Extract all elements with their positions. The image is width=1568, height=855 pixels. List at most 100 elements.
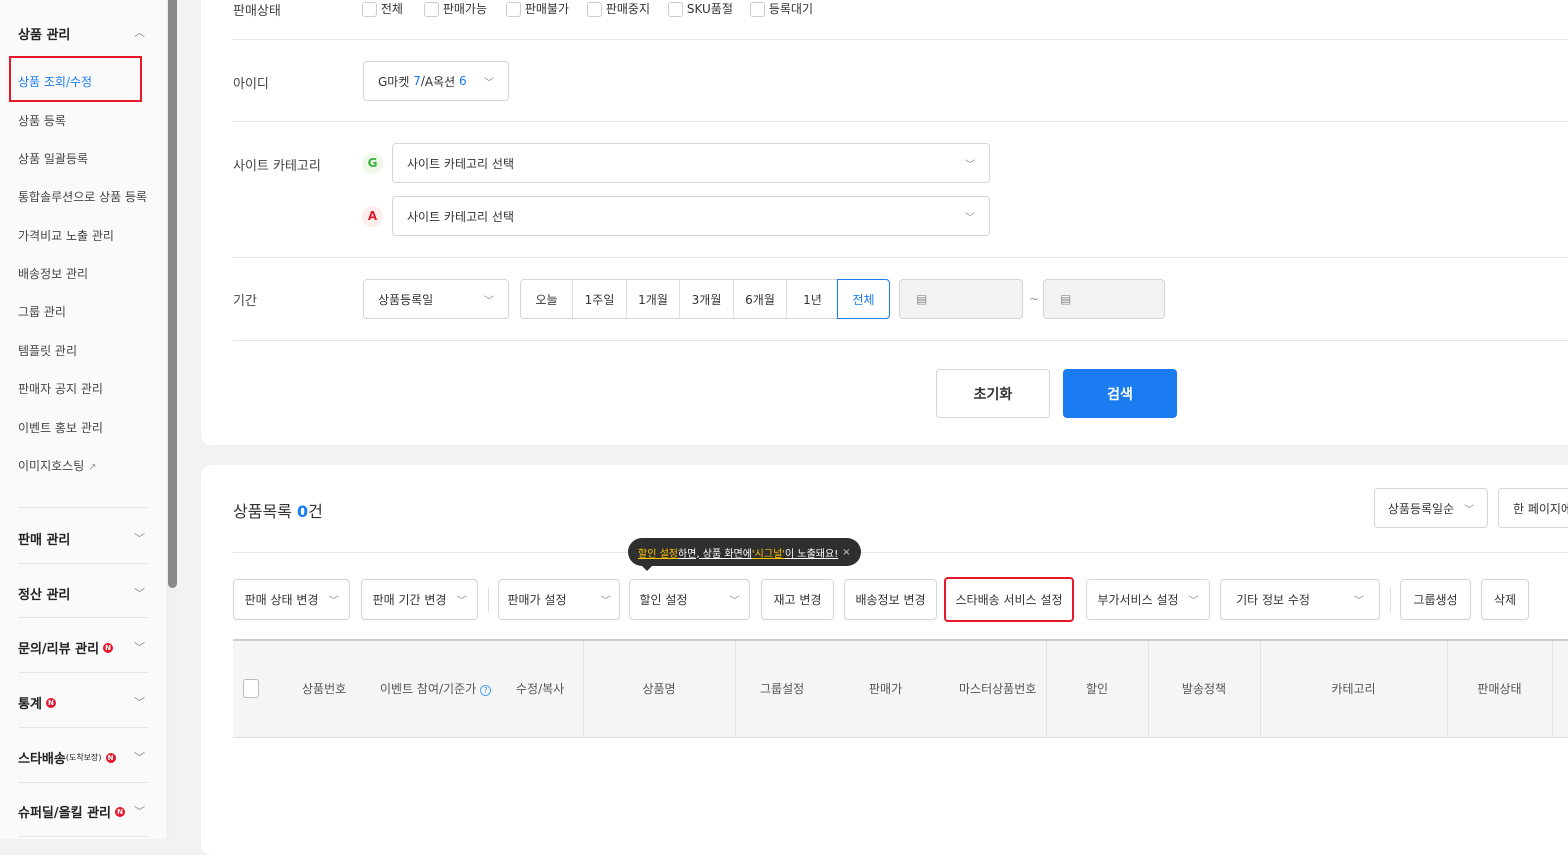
sidebar-item[interactable]: 배송정보 관리 [18,265,88,282]
calendar-icon[interactable]: ▤ [916,292,927,306]
discount-setting-button[interactable]: 할인 설정 ﹀ [629,579,750,620]
tooltip-text: 이 노출돼요! [785,548,839,560]
checkbox-label: 판매가능 [442,2,487,16]
gmarket-category-select[interactable]: 사이트 카테고리 선택 ﹀ [392,143,990,183]
checkbox[interactable] [587,2,602,17]
chevron-down-icon[interactable]: ﹀ [134,585,145,601]
tooltip-highlight[interactable]: 할인 설정 [638,545,678,560]
status-checkbox-available[interactable]: 판매가능 [424,0,506,17]
chevron-up-icon[interactable]: ︿ [134,24,145,40]
create-group-button[interactable]: 그룹생성 [1400,579,1471,620]
chevron-down-icon[interactable]: ﹀ [134,639,145,655]
chevron-down-icon: ﹀ [729,596,740,607]
star-delivery-service-button[interactable]: 스타배송 서비스 설정 [944,577,1074,622]
section-label: 상품 관리 [18,28,71,43]
price-setting-button[interactable]: 판매가 설정 ﹀ [498,579,620,620]
checkbox[interactable] [668,2,683,17]
sidebar-item[interactable]: 템플릿 관리 [18,342,77,359]
period-1month[interactable]: 1개월 [627,280,680,318]
divider [18,672,148,673]
id-select[interactable]: G마켓 7 / A옥션 6 ﹀ [363,61,509,101]
divider [488,588,489,612]
status-checkbox-all[interactable]: 전체 [362,0,424,17]
checkbox[interactable] [362,2,377,17]
divider [233,340,1568,341]
other-info-edit-button[interactable]: 기타 정보 수정 ﹀ [1220,579,1380,620]
auction-category-select[interactable]: 사이트 카테고리 선택 ﹀ [392,196,990,236]
change-period-button[interactable]: 판매 기간 변경 ﹀ [361,579,478,620]
sidebar-section-stats[interactable]: 통계 N [18,693,56,712]
divider [233,121,1568,122]
sidebar-item[interactable]: 가격비교 노출 관리 [18,227,114,244]
delete-button[interactable]: 삭제 [1481,579,1529,620]
sidebar-item[interactable]: 판매자 공지 관리 [18,380,103,397]
sidebar-item[interactable]: 이벤트 홍보 관리 [18,419,103,436]
chevron-down-icon: ﹀ [965,212,975,224]
period-1week[interactable]: 1주일 [573,280,627,318]
id-label: 아이디 [233,77,269,92]
divider [18,563,148,564]
sort-select[interactable]: 상품등록일순 ﹀ [1374,488,1488,528]
status-checkbox-stopped[interactable]: 판매중지 [587,0,668,17]
checkbox-label: 등록대기 [768,2,813,16]
sidebar-item[interactable]: 통합솔루션으로 상품 등록 [18,188,147,205]
help-icon[interactable]: ? [480,685,492,696]
column-divider [1552,641,1553,737]
per-page-select[interactable]: 한 페이지에 [1498,488,1568,528]
section-label: 문의/리뷰 관리 [18,642,100,657]
button-label: 할인 설정 [639,593,688,607]
calendar-icon[interactable]: ▤ [1060,292,1071,306]
status-checkbox-sku-soldout[interactable]: SKU품절 [668,0,750,17]
end-date-input[interactable]: ▤ [1043,279,1165,319]
new-badge: N [105,752,116,763]
shipping-info-change-button[interactable]: 배송정보 변경 [844,579,937,620]
chevron-down-icon[interactable]: ﹀ [134,530,145,546]
column-divider [735,641,736,737]
period-today[interactable]: 오늘 [521,280,573,318]
status-checkbox-pending[interactable]: 등록대기 [750,0,830,17]
checkbox[interactable] [424,2,439,17]
sidebar-item[interactable]: 상품 등록 [18,112,66,129]
addon-service-button[interactable]: 부가서비스 설정 ﹀ [1086,579,1210,620]
gmarket-label: G마켓 [378,74,410,89]
button-label: 판매 기간 변경 [372,593,447,607]
sidebar-item-product-search[interactable]: 상품 조회/수정 [18,73,92,90]
sidebar-item[interactable]: 상품 일괄등록 [18,150,88,167]
sidebar-section-settlement[interactable]: 정산 관리 [18,584,70,603]
chevron-down-icon[interactable]: ﹀ [134,694,145,710]
period-1year[interactable]: 1년 [787,280,838,318]
sidebar-section-inquiry[interactable]: 문의/리뷰 관리 N [18,638,114,657]
stock-change-button[interactable]: 재고 변경 [761,579,834,620]
sidebar-item[interactable]: 그룹 관리 [18,303,66,320]
period-all[interactable]: 전체 [837,279,890,319]
period-6month[interactable]: 6개월 [734,280,787,318]
checkbox-label: 판매불가 [524,2,569,16]
checkbox-label: 전체 [380,2,403,16]
status-checkbox-unavailable[interactable]: 판매불가 [506,0,587,17]
change-status-button[interactable]: 판매 상태 변경 ﹀ [233,579,350,620]
select-placeholder: 사이트 카테고리 선택 [407,156,514,171]
close-icon[interactable]: × [842,547,850,558]
range-tilde: ~ [1029,292,1040,306]
sidebar-section-star-delivery[interactable]: 스타배송 (도착보장) N [18,748,116,767]
search-button[interactable]: 검색 [1063,369,1177,418]
chevron-down-icon: ﹀ [600,596,611,607]
sidebar-section-product[interactable]: 상품 관리 [18,24,70,43]
period-type-select[interactable]: 상품등록일 ﹀ [363,279,509,319]
sidebar-item-image-hosting[interactable]: 이미지호스팅 ↗ [18,457,96,474]
checkbox[interactable] [750,2,765,17]
sidebar-section-superdeal[interactable]: 슈퍼딜/올킬 관리 N [18,802,125,821]
chevron-down-icon[interactable]: ﹀ [134,749,145,765]
chevron-down-icon[interactable]: ﹀ [134,803,145,819]
select-all-checkbox[interactable] [243,679,259,698]
scrollbar-thumb[interactable] [168,0,177,588]
sidebar-section-sales[interactable]: 판매 관리 [18,529,70,548]
checkbox[interactable] [506,2,521,17]
period-3month[interactable]: 3개월 [680,280,734,318]
column-master-number: 마스터상품번호 [959,682,1037,696]
start-date-input[interactable]: ▤ [899,279,1023,319]
status-checkbox-group: 전체 판매가능 판매불가 판매중지 SKU품절 등록대기 [362,0,830,17]
section-label: 슈퍼딜/올킬 관리 [18,806,111,821]
section-label: 통계 [18,697,42,712]
reset-button[interactable]: 초기화 [936,369,1050,418]
